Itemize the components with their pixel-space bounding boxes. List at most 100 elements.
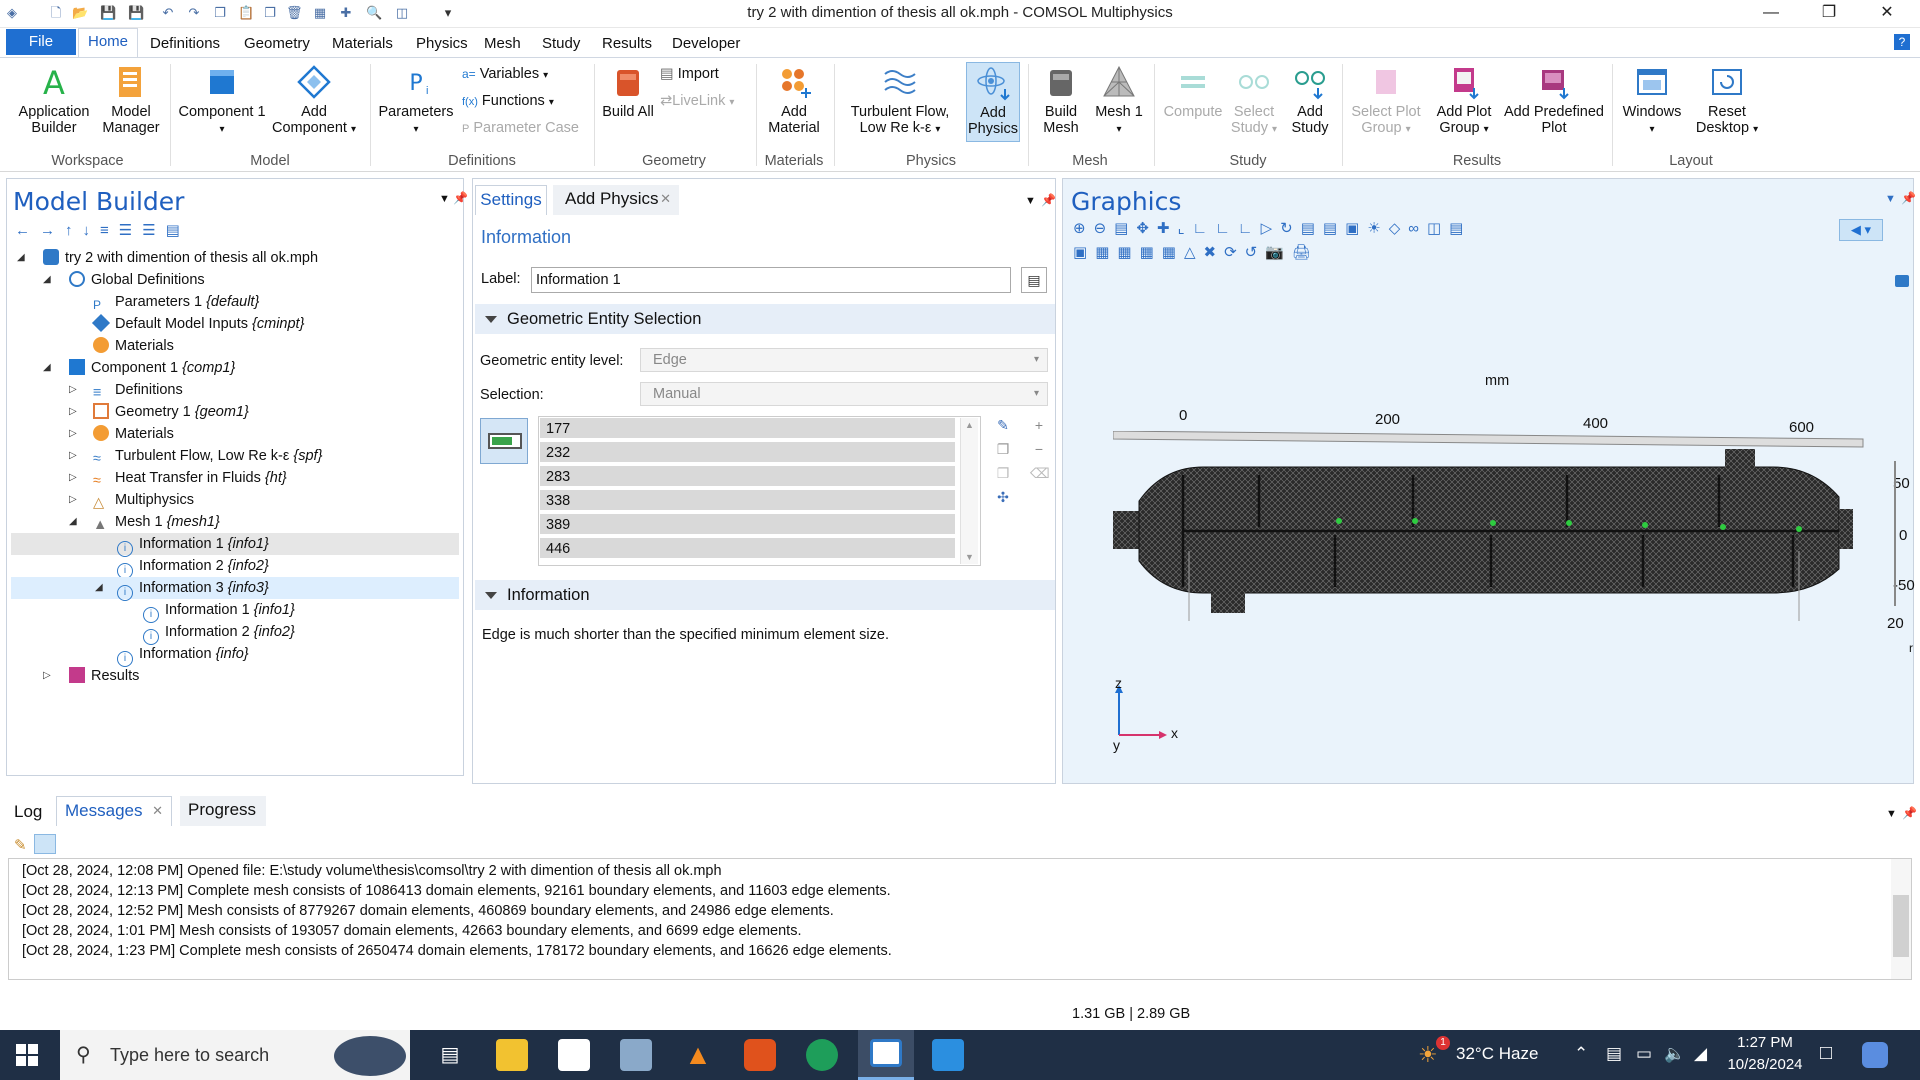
tree-item-information1[interactable]: i Information 1 {info1}	[11, 533, 459, 557]
close-icon[interactable]: ✕	[1864, 0, 1910, 28]
mesh-geometry-view[interactable]	[1113, 431, 1903, 621]
application-builder-button[interactable]: A Application Builder	[10, 64, 98, 136]
brave-icon[interactable]	[744, 1039, 776, 1071]
select-all-icon[interactable]: ▦	[1162, 244, 1184, 261]
add-plot-group-button[interactable]: Add Plot Group ▾	[1426, 64, 1502, 138]
active-toggle-button[interactable]	[480, 418, 528, 464]
axis-icon[interactable]: ⌞	[1178, 220, 1193, 237]
wireframe-icon[interactable]: ▣	[1345, 220, 1367, 237]
build-all-button[interactable]: Build All	[600, 64, 656, 120]
back-icon[interactable]: ←	[15, 222, 40, 239]
functions-button[interactable]: f(x) Functions ▾	[462, 93, 554, 109]
add-to-selection-icon[interactable]: +	[1030, 416, 1048, 434]
tab-log[interactable]: Log	[14, 802, 42, 822]
zoom-box-icon[interactable]: ▤	[1114, 220, 1136, 237]
zoom-out-icon[interactable]: ⊖	[1094, 220, 1115, 237]
component-button[interactable]: Component 1 ▾	[178, 64, 266, 138]
parameters-button[interactable]: Pi Parameters ▾	[376, 64, 456, 138]
information-section-header[interactable]: Information	[475, 580, 1055, 610]
label-input[interactable]	[531, 267, 1011, 293]
list-item[interactable]: 283	[540, 466, 955, 488]
tree-item-global-materials[interactable]: Materials	[93, 335, 174, 357]
pin-icon[interactable]: 📌	[453, 191, 468, 205]
tab-developer[interactable]: Developer	[664, 32, 748, 55]
turbulent-flow-button[interactable]: Turbulent Flow, Low Re k-ε ▾	[840, 64, 960, 138]
photos-icon[interactable]	[932, 1039, 964, 1071]
view-3d-icon[interactable]: ▷	[1261, 220, 1281, 237]
add-physics-button[interactable]: Add Physics	[966, 62, 1020, 142]
parameter-case-button[interactable]: P Parameter Case	[462, 120, 579, 136]
scene-light-icon[interactable]: ☀	[1367, 220, 1388, 237]
clear-messages-icon[interactable]: ✎	[14, 836, 27, 854]
print-icon[interactable]: 🖨	[1292, 244, 1319, 261]
selection-list-icon[interactable]: ▤	[1301, 220, 1323, 237]
show-hidden-icons-icon[interactable]: ⌃	[1574, 1044, 1588, 1064]
tab-results[interactable]: Results	[594, 32, 660, 55]
filter-icon[interactable]: ≡	[100, 222, 119, 239]
select-boundaries-icon[interactable]: ▦	[1095, 244, 1117, 261]
selection-select[interactable]: Manual ▾	[640, 382, 1048, 406]
model-manager-button[interactable]: Model Manager	[102, 64, 160, 136]
panel-menu-icon[interactable]: ▼	[1885, 193, 1896, 205]
windows-start-icon[interactable]	[16, 1044, 38, 1066]
remove-from-selection-icon[interactable]: −	[1030, 440, 1048, 458]
select-box-icon[interactable]: △	[1184, 244, 1204, 261]
render-button[interactable]: ◀ ▾	[1839, 219, 1883, 241]
battery-icon[interactable]: ▭	[1636, 1044, 1652, 1064]
minimize-icon[interactable]: —	[1748, 0, 1794, 28]
copilot-icon[interactable]	[1862, 1042, 1888, 1068]
rotate-icon[interactable]: ↻	[1280, 220, 1301, 237]
message-filter-icon[interactable]	[34, 834, 56, 854]
forward-icon[interactable]: →	[40, 222, 65, 239]
livelink-button[interactable]: ⇄LiveLink ▾	[660, 93, 734, 109]
select-points-icon[interactable]: ▦	[1140, 244, 1162, 261]
show-icon[interactable]: ▤	[166, 222, 190, 239]
list-item[interactable]: 446	[540, 538, 955, 560]
help-icon[interactable]: ?	[1894, 34, 1910, 50]
paste-selection-icon[interactable]: ✎	[994, 416, 1012, 434]
task-view-icon[interactable]: ▤	[434, 1039, 466, 1071]
clock-date[interactable]: 10/28/2024	[1722, 1056, 1808, 1073]
add-material-button[interactable]: Add Material	[760, 64, 828, 136]
windows-button[interactable]: Windows ▾	[1618, 64, 1686, 138]
list-item[interactable]: 389	[540, 514, 955, 536]
move-down-icon[interactable]: ↓	[83, 222, 101, 239]
panel-menu-icon[interactable]: ▼	[1886, 808, 1897, 820]
network-icon[interactable]: ◢	[1694, 1044, 1707, 1064]
messages-scrollbar[interactable]	[1891, 859, 1911, 979]
tree-item-information3[interactable]: ◢ i Information 3 {info3}	[11, 577, 459, 601]
vlc-icon[interactable]: ▲	[682, 1039, 714, 1071]
view-xy-icon[interactable]: ∟	[1193, 220, 1216, 237]
build-mesh-button[interactable]: Build Mesh	[1034, 64, 1088, 136]
clear-selection-icon[interactable]: ❐	[994, 464, 1012, 482]
tree-item-information[interactable]: i Information {info}	[117, 643, 249, 667]
invert-selection-icon[interactable]: ⟳	[1224, 244, 1245, 261]
meet-icon[interactable]: ▤	[1606, 1044, 1622, 1064]
tree-item-default-model-inputs[interactable]: Default Model Inputs {cminpt}	[91, 313, 304, 335]
add-component-button[interactable]: Add Component ▾	[266, 64, 362, 138]
file-explorer-icon[interactable]	[496, 1039, 528, 1071]
compute-button[interactable]: Compute	[1160, 64, 1226, 120]
volume-icon[interactable]: 🔈	[1664, 1044, 1685, 1064]
tree-item-parameters[interactable]: P Parameters 1 {default}	[93, 291, 259, 313]
label-options-icon[interactable]: ▤	[1021, 267, 1047, 293]
clear-selection-icon[interactable]: ✖	[1203, 244, 1224, 261]
tab-add-physics[interactable]: Add Physics ✕	[553, 185, 679, 215]
zoom-in-icon[interactable]: ⊕	[1073, 220, 1094, 237]
tab-geometry[interactable]: Geometry	[236, 32, 318, 55]
expand-icon[interactable]: ☰	[119, 222, 142, 239]
select-study-button[interactable]: Select Study ▾	[1226, 64, 1282, 138]
graphics-info-icon[interactable]	[1895, 275, 1909, 287]
add-predefined-plot-button[interactable]: Add Predefined Plot	[1504, 64, 1604, 136]
clear-all-icon[interactable]: ⌫	[1030, 464, 1050, 482]
tree-item-sub-information1[interactable]: i Information 1 {info1}	[143, 599, 295, 623]
tab-settings[interactable]: Settings	[475, 185, 547, 215]
tab-progress[interactable]: Progress	[180, 796, 266, 826]
select-domains-icon[interactable]: ▣	[1073, 244, 1095, 261]
entity-level-select[interactable]: Edge ▾	[640, 348, 1048, 372]
copy-selection-icon[interactable]: ❐	[994, 440, 1012, 458]
select-edges-icon[interactable]: ▦	[1117, 244, 1139, 261]
panel-menu-icon[interactable]: ▼	[1025, 195, 1036, 207]
move-up-icon[interactable]: ↑	[65, 222, 83, 239]
close-tab-icon[interactable]: ✕	[660, 185, 671, 213]
